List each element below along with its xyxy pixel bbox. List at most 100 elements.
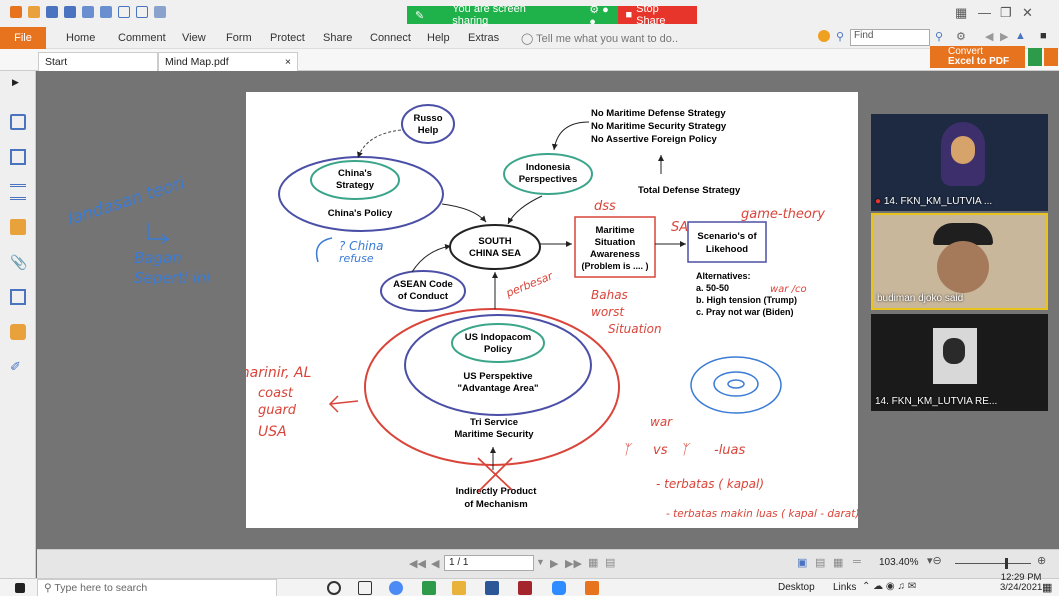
share-controls-icon[interactable]: ⚙ ● ● — [589, 3, 617, 28]
email-icon[interactable] — [82, 6, 94, 18]
account-icon[interactable]: ▲ — [1015, 30, 1026, 42]
menu-extras[interactable]: Extras — [468, 32, 499, 44]
app-green-icon[interactable] — [422, 581, 436, 595]
page-view-icon[interactable]: ▤ — [605, 556, 615, 569]
page-dropdown-icon[interactable]: ▼ — [536, 557, 545, 567]
taskbar-search[interactable]: ⚲ Type here to search — [37, 579, 277, 596]
participant-video-1[interactable]: ● 14. FKN_KM_LUTVIA ... — [871, 114, 1048, 211]
search-icon[interactable]: ⚲ — [836, 30, 844, 43]
settings-icon[interactable]: ⚙ — [956, 30, 966, 43]
find-options-icon[interactable]: ⚲ — [935, 30, 943, 43]
tab-mind-map[interactable]: Mind Map.pdf × — [158, 52, 298, 71]
close-window-icon[interactable]: ✕ — [1022, 5, 1033, 21]
participant-video-3[interactable]: 14. FKN_KM_LUTVIA RE... — [871, 314, 1048, 411]
menu-home[interactable]: Home — [66, 32, 95, 44]
tell-me-box[interactable]: ◯ Tell me what you want to do.. — [521, 32, 678, 45]
first-page-icon[interactable]: ◀◀ — [409, 557, 426, 570]
prev-icon[interactable]: ◀ — [985, 30, 993, 43]
last-page-icon[interactable]: ▶▶ — [565, 557, 582, 570]
redo-icon[interactable] — [136, 6, 148, 18]
print-icon[interactable] — [64, 6, 76, 18]
tray-icons[interactable]: ⌃ ☁ ◉ ♫ ✉ — [862, 581, 916, 592]
stop-share-button[interactable]: ■ Stop Share — [617, 3, 698, 27]
bookmark-icon[interactable] — [10, 114, 26, 130]
participant-video-2[interactable]: budiman djoko said — [871, 213, 1048, 310]
indopacom-text-1: US Indopacom — [465, 332, 532, 343]
open-icon[interactable] — [28, 6, 40, 18]
menu-view[interactable]: View — [182, 32, 206, 44]
chrome-icon[interactable] — [389, 581, 403, 595]
blue-spiral-outer — [690, 356, 782, 414]
cortana-icon[interactable] — [327, 581, 341, 595]
search-placeholder: Type here to search — [54, 582, 148, 594]
lock-icon[interactable] — [10, 324, 26, 340]
menu-help[interactable]: Help — [427, 32, 450, 44]
file-explorer-icon[interactable] — [452, 581, 466, 595]
links-toolbar[interactable]: Links — [833, 582, 856, 593]
luas-annotation: -luas — [714, 443, 746, 458]
customize-icon[interactable] — [154, 6, 166, 18]
menu-protect[interactable]: Protect — [270, 32, 305, 44]
idea-icon[interactable] — [818, 30, 830, 42]
zoom-dropdown-icon[interactable]: ▾⊖ — [927, 554, 942, 567]
zoom-level[interactable]: 103.40% — [879, 557, 918, 568]
layers-icon[interactable] — [10, 184, 26, 200]
participant-1-face — [951, 136, 975, 164]
menu-connect[interactable]: Connect — [370, 32, 411, 44]
single-page-icon[interactable]: ▣ — [797, 556, 807, 569]
convert-excel-button[interactable]: Convert Excel to PDF — [930, 46, 1025, 68]
zoom-slider-track[interactable] — [955, 563, 1031, 564]
pin-icon[interactable]: ✎ — [415, 9, 424, 22]
blue-spiral-inner — [727, 379, 745, 389]
save-icon[interactable] — [46, 6, 58, 18]
menu-comment[interactable]: Comment — [118, 32, 166, 44]
desktop-toolbar[interactable]: Desktop — [778, 582, 815, 593]
mic-muted-icon: ● — [875, 196, 882, 207]
prev-page-icon[interactable]: ◀ — [431, 557, 439, 570]
menu-share[interactable]: Share — [323, 32, 352, 44]
tab-start[interactable]: Start — [38, 52, 158, 71]
next-page-icon[interactable]: ▶ — [550, 557, 558, 570]
vs-annotation: vs — [653, 443, 668, 458]
task-view-icon[interactable] — [358, 581, 372, 595]
pdf-icon[interactable] — [1044, 48, 1058, 66]
foxit-icon[interactable] — [585, 581, 599, 595]
comments-icon[interactable] — [10, 219, 26, 235]
word-icon[interactable] — [485, 581, 499, 595]
ribbon-options-icon[interactable]: ▦ — [955, 5, 967, 21]
zoom-slider-thumb[interactable] — [1005, 558, 1008, 569]
worst-annotation: worst — [591, 305, 625, 319]
access-icon[interactable] — [518, 581, 532, 595]
signature-icon[interactable]: ✐ — [10, 359, 26, 375]
facing-icon[interactable]: ▦ — [833, 556, 843, 569]
next-icon[interactable]: ▶ — [1000, 30, 1008, 43]
alternative-a: a. 50-50 — [696, 283, 729, 293]
minimize-icon[interactable]: — — [978, 5, 991, 20]
undo-icon[interactable] — [118, 6, 130, 18]
page-layout-icon[interactable]: ▦ — [588, 556, 598, 569]
hand-icon[interactable] — [100, 6, 112, 18]
clock[interactable]: 12:29 PM 3/24/2021 — [1000, 573, 1042, 593]
find-input[interactable]: Find — [850, 29, 930, 46]
attachment-icon[interactable]: 📎 — [10, 254, 27, 270]
file-tab[interactable]: File — [0, 27, 46, 49]
continuous-icon[interactable]: ▤ — [815, 556, 825, 569]
restore-icon[interactable]: ❐ — [1000, 5, 1012, 21]
indirect-text-1: Indirectly Product — [456, 486, 538, 497]
excel-icon[interactable] — [1028, 48, 1042, 66]
expand-arrow-icon[interactable]: ▶ — [12, 77, 19, 88]
properties-icon[interactable] — [10, 289, 26, 305]
split-icon[interactable]: ═ — [853, 556, 861, 568]
page-thumbnails-icon[interactable] — [10, 149, 26, 165]
scenario-text-1: Scenario's of — [697, 231, 757, 242]
page-number-input[interactable]: 1 / 1 — [444, 555, 534, 571]
search-icon: ⚲ — [44, 582, 55, 594]
close-tab-icon[interactable]: × — [285, 56, 291, 68]
zoom-in-icon[interactable]: ⊕ — [1037, 554, 1046, 567]
zoom-icon[interactable] — [552, 581, 566, 595]
help-icon[interactable]: ■ — [1040, 30, 1047, 42]
start-icon[interactable] — [15, 583, 25, 593]
menu-form[interactable]: Form — [226, 32, 252, 44]
notification-icon[interactable]: ▦ — [1042, 581, 1052, 594]
situation-annotation: Situation — [608, 322, 662, 336]
